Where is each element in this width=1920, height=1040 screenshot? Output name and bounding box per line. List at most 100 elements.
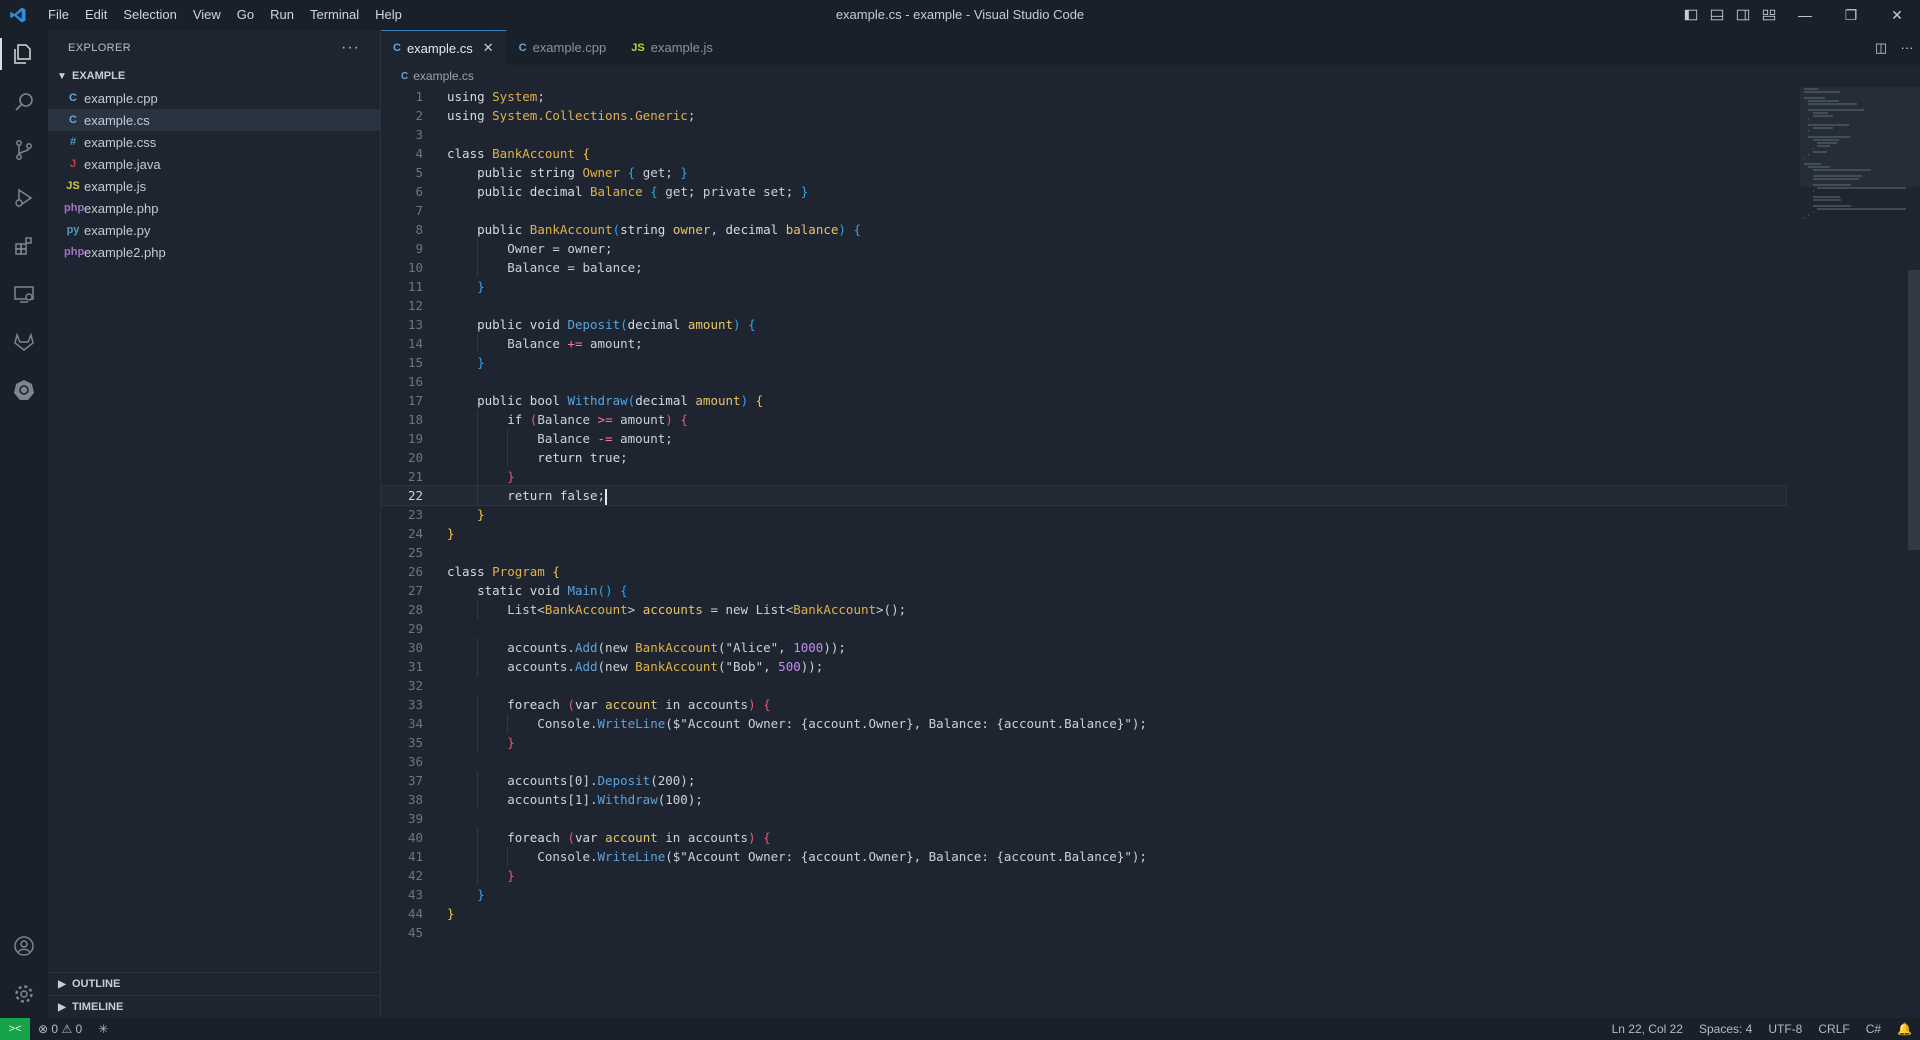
run-debug-icon[interactable] bbox=[0, 174, 48, 222]
code-line[interactable]: 3 bbox=[381, 125, 1786, 144]
settings-gear-icon[interactable] bbox=[0, 970, 48, 1018]
menu-help[interactable]: Help bbox=[367, 0, 410, 30]
code-line[interactable]: 27 static void Main() { bbox=[381, 581, 1786, 600]
code-line[interactable]: 34 Console.WriteLine($"Account Owner: {a… bbox=[381, 714, 1786, 733]
file-item[interactable]: Cexample.cs bbox=[48, 109, 380, 131]
vertical-scrollbar[interactable] bbox=[1908, 270, 1920, 550]
search-icon[interactable] bbox=[0, 78, 48, 126]
extensions-icon[interactable] bbox=[0, 222, 48, 270]
source-control-icon[interactable] bbox=[0, 126, 48, 174]
notifications-icon[interactable]: 🔔 bbox=[1889, 1022, 1920, 1036]
remote-indicator-icon[interactable]: >< bbox=[0, 1018, 30, 1040]
restore-icon[interactable]: ❐ bbox=[1828, 0, 1874, 30]
editor-tab[interactable]: Cexample.cpp bbox=[507, 30, 620, 65]
encoding[interactable]: UTF-8 bbox=[1760, 1022, 1810, 1036]
more-actions-icon[interactable]: ··· bbox=[1894, 40, 1920, 55]
customize-layout-icon[interactable] bbox=[1756, 0, 1782, 30]
gitlab-icon[interactable] bbox=[0, 318, 48, 366]
breadcrumb-file[interactable]: example.cs bbox=[413, 69, 474, 83]
kubernetes-icon[interactable] bbox=[0, 366, 48, 414]
timeline-section[interactable]: ▶ TIMELINE bbox=[48, 995, 380, 1018]
code-line[interactable]: 7 bbox=[381, 201, 1786, 220]
editor-tab[interactable]: Cexample.cs ✕ bbox=[381, 30, 507, 65]
file-item[interactable]: JS example.js bbox=[48, 175, 380, 197]
code-line[interactable]: 38 accounts[1].Withdraw(100); bbox=[381, 790, 1786, 809]
code-line[interactable]: 9 Owner = owner; bbox=[381, 239, 1786, 258]
code-line[interactable]: 13 public void Deposit(decimal amount) { bbox=[381, 315, 1786, 334]
code-line[interactable]: 39 bbox=[381, 809, 1786, 828]
code-editor[interactable]: 1 using System; 2 using System.Collections… bbox=[380, 87, 1787, 987]
split-editor-icon[interactable]: ◫ bbox=[1868, 40, 1894, 56]
close-tab-icon[interactable]: ✕ bbox=[483, 40, 494, 56]
code-line[interactable]: 19 Balance -= amount; bbox=[381, 429, 1786, 448]
code-line[interactable]: 42 } bbox=[381, 866, 1786, 885]
explorer-icon[interactable] bbox=[0, 30, 48, 78]
code-line[interactable]: 26 class Program { bbox=[381, 562, 1786, 581]
toggle-primary-sidebar-icon[interactable] bbox=[1678, 0, 1704, 30]
file-item[interactable]: # example.css bbox=[48, 131, 380, 153]
account-icon[interactable] bbox=[0, 922, 48, 970]
file-item[interactable]: Cexample.cpp bbox=[48, 87, 380, 109]
code-line[interactable]: 4 class BankAccount { bbox=[381, 144, 1786, 163]
code-line[interactable]: 22 return false; bbox=[380, 485, 1787, 506]
code-line[interactable]: 29 bbox=[381, 619, 1786, 638]
code-line[interactable]: 5 public string Owner { get; } bbox=[381, 163, 1786, 182]
folder-example[interactable]: ▼ EXAMPLE bbox=[48, 65, 380, 87]
code-line[interactable]: 33 foreach (var account in accounts) { bbox=[381, 695, 1786, 714]
more-actions-icon[interactable]: ··· bbox=[341, 39, 360, 57]
code-line[interactable]: 20 return true; bbox=[381, 448, 1786, 467]
code-line[interactable]: 1 using System; bbox=[381, 87, 1786, 106]
close-window-icon[interactable]: ✕ bbox=[1874, 0, 1920, 30]
code-line[interactable]: 28 List<BankAccount> accounts = new List… bbox=[381, 600, 1786, 619]
code-line[interactable]: 24} bbox=[381, 524, 1786, 543]
code-line[interactable]: 2 using System.Collections.Generic; bbox=[381, 106, 1786, 125]
code-line[interactable]: 10 Balance = balance; bbox=[381, 258, 1786, 277]
code-line[interactable]: 15 } bbox=[381, 353, 1786, 372]
editor-tab[interactable]: JS example.js bbox=[619, 30, 726, 65]
code-line[interactable]: 6 public decimal Balance { get; private … bbox=[381, 182, 1786, 201]
code-line[interactable]: 43 } bbox=[381, 885, 1786, 904]
code-line[interactable]: 16 bbox=[381, 372, 1786, 391]
code-line[interactable]: 40 foreach (var account in accounts) { bbox=[381, 828, 1786, 847]
language-mode[interactable]: C# bbox=[1858, 1022, 1889, 1036]
code-line[interactable]: 23 } bbox=[381, 505, 1786, 524]
code-line[interactable]: 11 } bbox=[381, 277, 1786, 296]
code-line[interactable]: 36 bbox=[381, 752, 1786, 771]
menu-go[interactable]: Go bbox=[229, 0, 262, 30]
menu-file[interactable]: File bbox=[40, 0, 77, 30]
code-line[interactable]: 30 accounts.Add(new BankAccount("Alice",… bbox=[381, 638, 1786, 657]
problems-indicator[interactable]: ⊗ 0 ⚠ 0 bbox=[30, 1022, 90, 1036]
code-line[interactable]: 31 accounts.Add(new BankAccount("Bob", 5… bbox=[381, 657, 1786, 676]
code-line[interactable]: 37 accounts[0].Deposit(200); bbox=[381, 771, 1786, 790]
line-ending[interactable]: CRLF bbox=[1810, 1022, 1857, 1036]
code-line[interactable]: 41 Console.WriteLine($"Account Owner: {a… bbox=[381, 847, 1786, 866]
code-line[interactable]: 21 } bbox=[381, 467, 1786, 486]
indentation[interactable]: Spaces: 4 bbox=[1691, 1022, 1760, 1036]
menu-edit[interactable]: Edit bbox=[77, 0, 115, 30]
file-item[interactable]: php example2.php bbox=[48, 241, 380, 263]
code-line[interactable]: 32 bbox=[381, 676, 1786, 695]
toggle-panel-icon[interactable] bbox=[1704, 0, 1730, 30]
file-item[interactable]: py example.py bbox=[48, 219, 380, 241]
menu-view[interactable]: View bbox=[185, 0, 229, 30]
code-line[interactable]: 35 } bbox=[381, 733, 1786, 752]
code-line[interactable]: 45 bbox=[381, 923, 1786, 942]
minimap[interactable] bbox=[1800, 87, 1920, 219]
code-line[interactable]: 12 bbox=[381, 296, 1786, 315]
code-line[interactable]: 8 public BankAccount(string owner, decim… bbox=[381, 220, 1786, 239]
file-item[interactable]: php example.php bbox=[48, 197, 380, 219]
ports-icon[interactable]: ✳ bbox=[90, 1022, 116, 1036]
outline-section[interactable]: ▶ OUTLINE bbox=[48, 972, 380, 995]
cursor-position[interactable]: Ln 22, Col 22 bbox=[1604, 1022, 1691, 1036]
code-line[interactable]: 17 public bool Withdraw(decimal amount) … bbox=[381, 391, 1786, 410]
menu-selection[interactable]: Selection bbox=[115, 0, 184, 30]
toggle-secondary-sidebar-icon[interactable] bbox=[1730, 0, 1756, 30]
menu-run[interactable]: Run bbox=[262, 0, 302, 30]
code-line[interactable]: 18 if (Balance >= amount) { bbox=[381, 410, 1786, 429]
code-line[interactable]: 44} bbox=[381, 904, 1786, 923]
code-line[interactable]: 14 Balance += amount; bbox=[381, 334, 1786, 353]
code-line[interactable]: 25 bbox=[381, 543, 1786, 562]
remote-explorer-icon[interactable] bbox=[0, 270, 48, 318]
menu-terminal[interactable]: Terminal bbox=[302, 0, 367, 30]
minimize-icon[interactable]: — bbox=[1782, 0, 1828, 30]
